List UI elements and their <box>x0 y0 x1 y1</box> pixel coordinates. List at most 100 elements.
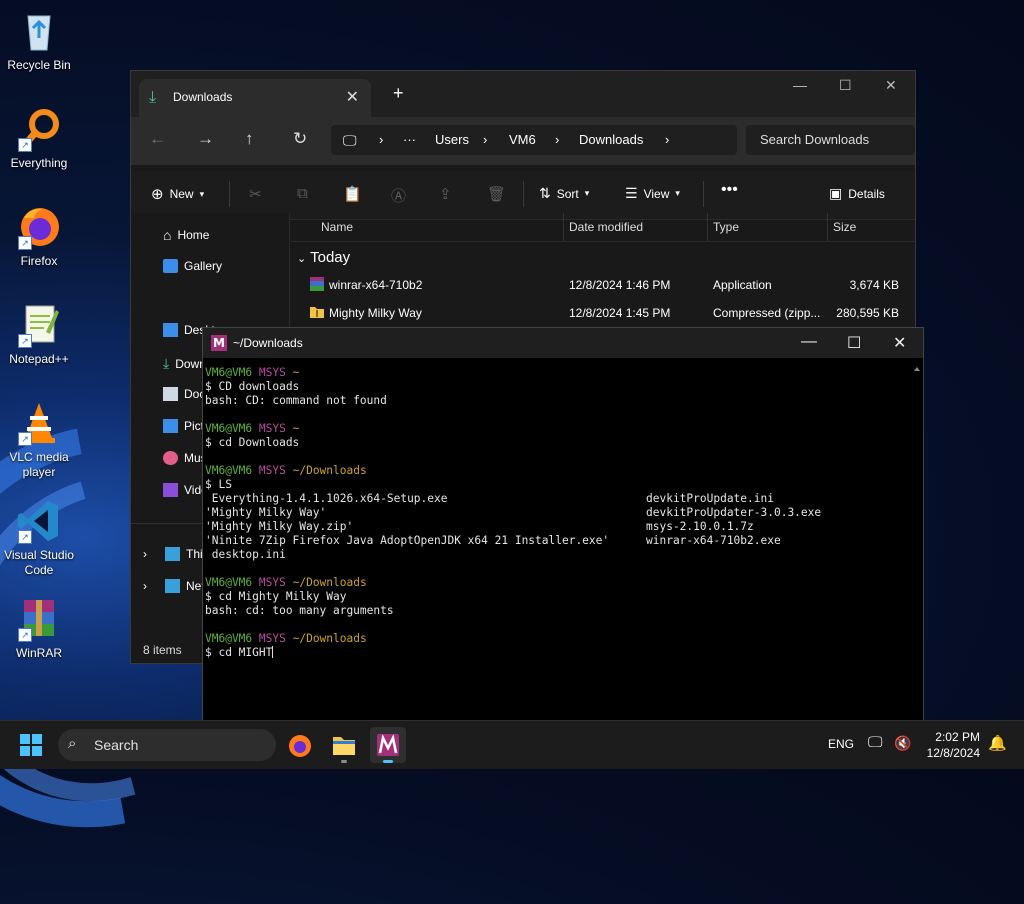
minimize-button[interactable]: — <box>793 77 807 93</box>
close-window-button[interactable]: ✕ <box>893 333 906 353</box>
active-indicator <box>383 760 393 763</box>
desktop-folder-icon <box>163 323 178 337</box>
search-icon: ⌕ <box>68 735 77 752</box>
breadcrumb-chevron-icon: › <box>483 132 488 147</box>
shortcut-arrow-icon: ↗ <box>18 236 32 250</box>
download-icon: ⤓ <box>149 89 157 106</box>
details-button[interactable]: ▣ Details <box>829 185 885 202</box>
column-header-name[interactable]: Name <box>321 220 353 234</box>
address-bar[interactable]: 🖵 › ··· Users › VM6 › Downloads › <box>331 125 737 155</box>
msys2-icon: M <box>211 335 227 351</box>
search-placeholder: Search Downloads <box>760 132 870 147</box>
language-indicator[interactable]: ENG <box>828 737 854 751</box>
column-divider[interactable] <box>707 213 708 241</box>
terminal-window[interactable]: M ~/Downloads — ☐ ✕ VM6@VM6 MSYS ~ $ CD … <box>202 327 924 722</box>
terminal-scrollbar[interactable] <box>913 362 921 717</box>
new-tab-button[interactable]: + <box>393 83 404 104</box>
network-icon[interactable]: 🖵 <box>868 734 882 751</box>
clock[interactable]: 2:02 PM 12/8/2024 <box>920 729 980 761</box>
taskbar-firefox[interactable] <box>282 727 318 763</box>
new-button[interactable]: ⊕ New ▾ <box>151 185 204 203</box>
shortcut-arrow-icon: ↗ <box>18 432 32 446</box>
cut-icon[interactable]: ✂ <box>249 185 262 203</box>
command-line: $ cd Mighty Milky Way <box>205 590 347 603</box>
taskbar-file-explorer[interactable] <box>326 727 362 763</box>
prompt-path: ~ <box>292 366 300 379</box>
taskbar-msys2[interactable] <box>370 727 406 763</box>
desktop-icon-notepad-plus-plus[interactable]: ↗ Notepad++ <box>2 302 76 367</box>
taskbar-search-box[interactable]: ⌕ Search <box>58 729 276 761</box>
tab-title: Downloads <box>173 90 233 104</box>
back-button[interactable]: ← <box>149 129 166 149</box>
sidebar-item-home[interactable]: ⌂ Home <box>163 227 209 243</box>
desktop-icon-label: Everything <box>10 156 68 170</box>
copy-icon[interactable]: ⧉ <box>297 185 308 202</box>
firefox-icon: ↗ <box>16 204 62 250</box>
firefox-icon <box>289 735 311 757</box>
column-header-size[interactable]: Size <box>833 220 856 234</box>
view-button[interactable]: ☰ View ▾ <box>625 185 680 202</box>
up-button[interactable]: ↑ <box>245 129 254 149</box>
sidebar-item-gallery[interactable]: Gallery <box>163 259 222 273</box>
breadcrumb-overflow[interactable]: ··· <box>403 132 416 147</box>
prompt-user: VM6@VM6 <box>205 366 253 379</box>
prompt-env: MSYS <box>258 422 286 435</box>
forward-button[interactable]: → <box>197 129 214 149</box>
windows-logo-pane <box>20 734 30 744</box>
rename-icon[interactable]: Ⓐ <box>391 185 406 206</box>
breadcrumb-chevron-icon: › <box>555 132 560 147</box>
ls-entry: 'Ninite 7Zip Firefox Java AdoptOpenJDK x… <box>205 534 610 547</box>
prompt-path: ~ <box>292 422 300 435</box>
vlc-icon: ↗ <box>16 400 62 446</box>
close-window-button[interactable]: ✕ <box>885 77 897 94</box>
new-label: New <box>169 187 194 201</box>
desktop-icon-firefox[interactable]: ↗ Firefox <box>2 204 76 269</box>
desktop-icon-vlc[interactable]: ↗ VLC media player <box>2 400 76 480</box>
recycle-bin-icon <box>16 8 62 54</box>
start-button[interactable] <box>20 734 42 756</box>
details-pane-icon: ▣ <box>829 185 843 201</box>
chevron-right-icon: › <box>143 579 147 593</box>
desktop-icon-recycle-bin[interactable]: Recycle Bin <box>2 8 76 73</box>
home-icon: ⌂ <box>163 227 172 243</box>
maximize-button[interactable]: ☐ <box>847 333 861 353</box>
desktop-icon-winrar[interactable]: ↗ WinRAR <box>2 596 76 661</box>
file-size: 3,674 KB <box>849 278 899 292</box>
volume-muted-icon[interactable]: 🔇 <box>894 735 911 752</box>
file-date: 12/8/2024 1:45 PM <box>569 306 671 320</box>
desktop-icon-vscode[interactable]: ↗ Visual Studio Code <box>2 498 76 578</box>
desktop-icon-label: Notepad++ <box>9 352 69 366</box>
file-name: Mighty Milky Way <box>329 306 422 320</box>
share-icon[interactable]: ⇪ <box>439 185 452 203</box>
sort-button[interactable]: ⇅ Sort ▾ <box>539 185 589 202</box>
breadcrumb-vm6[interactable]: VM6 <box>509 132 536 147</box>
gallery-icon <box>163 259 178 273</box>
terminal-title-bar[interactable]: M ~/Downloads — ☐ ✕ <box>203 328 923 358</box>
prompt-path: ~/Downloads <box>292 576 367 589</box>
breadcrumb-users[interactable]: Users <box>435 132 469 147</box>
column-header-date[interactable]: Date modified <box>569 220 643 234</box>
desktop-icon-everything[interactable]: ↗ Everything <box>2 106 76 171</box>
delete-icon[interactable]: 🗑 <box>487 185 506 203</box>
more-options-icon[interactable]: ••• <box>721 181 738 199</box>
plus-circle-icon: ⊕ <box>151 186 164 203</box>
paste-icon[interactable]: 📋 <box>343 185 362 203</box>
minimize-button[interactable]: — <box>801 333 817 351</box>
maximize-button[interactable]: ☐ <box>839 77 852 94</box>
refresh-button[interactable]: ↻ <box>293 129 307 149</box>
tab-downloads[interactable]: ⤓ Downloads ✕ <box>139 79 371 117</box>
msys2-icon <box>377 734 399 756</box>
breadcrumb-downloads[interactable]: Downloads <box>579 132 643 147</box>
terminal-output[interactable]: VM6@VM6 MSYS ~ $ CD downloads bash: CD: … <box>205 366 821 660</box>
close-tab-icon[interactable]: ✕ <box>346 87 359 107</box>
shortcut-arrow-icon: ↗ <box>18 530 32 544</box>
table-row[interactable]: winrar-x64-710b2 12/8/2024 1:46 PM Appli… <box>291 273 915 299</box>
notification-bell-icon[interactable]: 🔔 <box>988 734 1007 752</box>
table-row[interactable]: Mighty Milky Way 12/8/2024 1:45 PM Compr… <box>291 301 915 327</box>
column-header-type[interactable]: Type <box>713 220 739 234</box>
column-divider[interactable] <box>563 213 564 241</box>
scroll-up-icon[interactable] <box>913 365 921 373</box>
search-downloads-input[interactable]: Search Downloads <box>746 125 915 155</box>
column-divider[interactable] <box>827 213 828 241</box>
group-header-today[interactable]: ⌄ Today <box>297 249 350 266</box>
